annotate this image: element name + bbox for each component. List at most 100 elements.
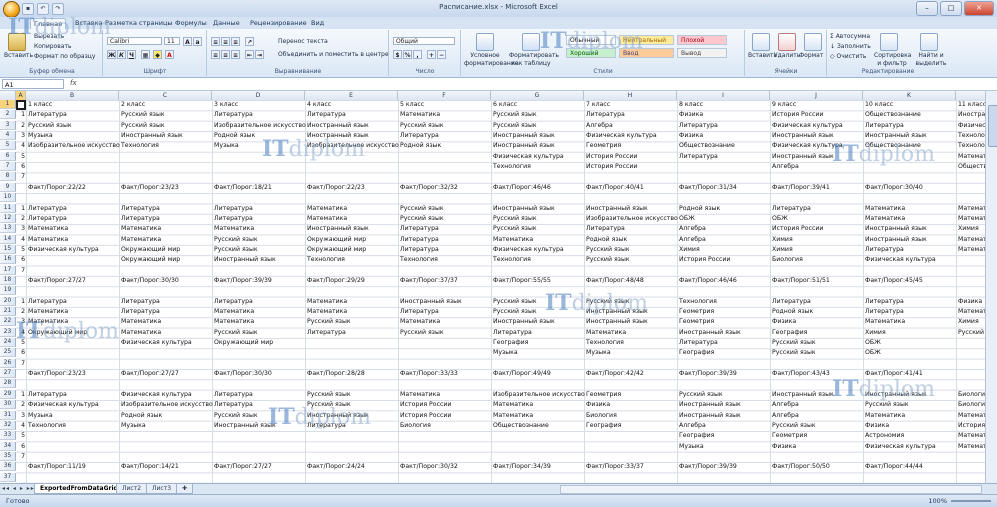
cell[interactable]: Математика [121,224,161,234]
cell[interactable]: Физическая культура [772,141,843,151]
cell[interactable]: Иностранный язык [493,317,555,327]
cell[interactable]: История России [586,162,637,172]
cell[interactable]: Биология [586,411,617,421]
cell[interactable]: Астрономия [865,431,904,441]
cells-area[interactable]: 1 класс 2 класс 3 класс 4 класс 5 класс 6 кла… [16,100,985,483]
cell[interactable]: Математика [958,431,985,441]
cell[interactable]: География [679,431,714,441]
cell[interactable]: Физика [865,421,889,431]
cell[interactable]: Обществознание [679,141,735,151]
cell[interactable]: Факт/Порог:29/29 [307,276,365,286]
cell[interactable]: Технология [958,141,985,151]
select-all-corner[interactable] [0,91,16,100]
cell[interactable]: Русский язык [772,338,816,348]
cell[interactable]: Факт/Порог:44/44 [865,462,923,472]
zoom-slider[interactable] [951,500,991,502]
worksheet-grid[interactable]: 1 класс 2 класс 3 класс 4 класс 5 класс 6 кла… [0,100,985,483]
cell[interactable]: Факт/Порог:37/37 [400,276,458,286]
cell[interactable]: Факт/Порог:14/21 [121,462,179,472]
cell[interactable]: Факт/Порог:22/23 [307,183,365,193]
cell[interactable]: Геометрия [772,431,807,441]
row-header[interactable]: 13 [0,224,16,234]
cell[interactable]: Геометрия [586,141,621,151]
increase-indent-icon[interactable]: ⇥ [255,50,264,59]
cell[interactable]: Музыка [28,411,53,421]
cell[interactable]: Факт/Порог:34/39 [493,462,551,472]
row-header[interactable]: 31 [0,410,16,420]
cell[interactable]: Факт/Порог:49/49 [493,369,551,379]
column-header-f[interactable]: F [398,91,491,100]
cell-lesson-number[interactable]: 7 [16,359,25,369]
row-header[interactable]: 24 [0,338,16,348]
shrink-font-icon[interactable]: a [193,37,202,46]
cell[interactable]: Факт/Порог:43/43 [772,369,830,379]
cell[interactable]: Окружающий мир [121,255,180,265]
cell[interactable]: ОБЖ [865,338,881,348]
style-output[interactable]: Вывод [677,48,727,58]
cell[interactable]: Математика [400,390,440,400]
cell[interactable]: Обществознание [865,110,921,120]
cell[interactable]: Алгебра [679,224,706,234]
cell[interactable]: Литература [400,224,439,234]
cell[interactable]: Иностранный язык [586,204,648,214]
cell[interactable]: Иностранный язык [493,141,555,151]
comma-style-icon[interactable]: , [413,50,422,59]
tab-data[interactable]: Данные [210,18,243,29]
cell[interactable]: Русский язык [307,317,351,327]
cell[interactable]: Обществознание [493,421,549,431]
cell[interactable]: Иностранный язык [400,297,462,307]
cell-lesson-number[interactable]: 7 [16,452,25,462]
cell[interactable]: Родной язык [586,235,627,245]
cell-lesson-number[interactable]: 4 [16,328,25,338]
cell[interactable]: Русский язык [214,235,258,245]
cell[interactable]: Иностранный язык [865,235,927,245]
sheet-tab-list3[interactable]: Лист3 [146,484,178,494]
align-middle-icon[interactable]: ≡ [221,37,230,46]
row-header[interactable]: 27 [0,369,16,379]
cell[interactable]: Факт/Порог:39/39 [214,276,272,286]
cell[interactable]: Иностранный язык [493,131,555,141]
minimize-icon[interactable]: – [916,1,938,16]
row-header[interactable]: 26 [0,358,16,368]
cell[interactable]: Изобразительное искусство [214,121,306,131]
cell[interactable]: Геометрия [586,390,621,400]
cell[interactable]: Иностранный язык [493,204,555,214]
decrease-indent-icon[interactable]: ⇤ [245,50,254,59]
fill-button[interactable]: ↓ Заполнить [830,43,871,51]
row-header[interactable]: 10 [0,193,16,203]
cell[interactable]: Технология [121,141,159,151]
cell[interactable]: Математика [214,307,254,317]
cell[interactable]: Изобразительное искусство [586,214,678,224]
cell[interactable]: История России [772,110,823,120]
cell[interactable]: Математика [493,400,533,410]
cell[interactable]: Музыка [28,131,53,141]
cell[interactable]: Математика [958,204,985,214]
cell[interactable]: Русский язык [400,328,444,338]
cell[interactable]: Литература [307,328,346,338]
cell[interactable]: Музыка [493,348,518,358]
cell[interactable]: Иностранный язык [307,224,369,234]
cell[interactable]: Литература [865,121,904,131]
row-header[interactable]: 32 [0,420,16,430]
column-header-e[interactable]: E [305,91,398,100]
cell-lesson-number[interactable]: 3 [16,131,25,141]
row-header[interactable]: 2 [0,110,16,120]
sort-filter-button[interactable]: Сортировка и фильтр [874,52,911,68]
cell[interactable]: Факт/Порог:27/27 [121,369,179,379]
cell[interactable]: 6 класс [493,100,517,110]
cell[interactable]: Литература [400,235,439,245]
orientation-icon[interactable]: ↗ [245,37,254,46]
cell[interactable]: Русский язык [307,400,351,410]
row-header[interactable]: 6 [0,151,16,161]
cell[interactable]: ОБЖ [679,214,695,224]
cell-lesson-number[interactable]: 4 [16,235,25,245]
cell[interactable]: Факт/Порог:11/19 [28,462,86,472]
cell[interactable]: Иностранный язык [214,255,276,265]
cell[interactable]: Русский язык [772,348,816,358]
cell[interactable]: Литература [214,110,253,120]
cell[interactable]: Факт/Порог:51/51 [772,276,830,286]
sheet-tab-list2[interactable]: Лист2 [116,484,148,494]
cell[interactable]: Биология [772,255,803,265]
row-header[interactable]: 9 [0,182,16,192]
cell[interactable]: Физика [679,110,703,120]
